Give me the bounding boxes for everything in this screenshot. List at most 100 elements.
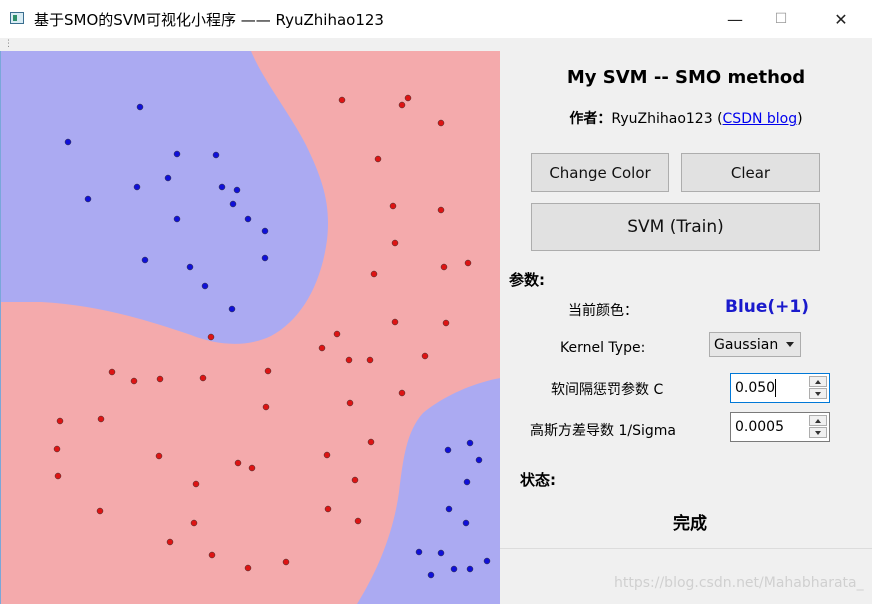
red-sample-point	[244, 564, 252, 572]
blue-sample-point	[244, 215, 252, 223]
red-sample-point	[367, 438, 375, 446]
current-color-label: 当前颜色：	[568, 303, 638, 319]
blue-sample-point	[173, 150, 181, 158]
red-sample-point	[421, 352, 429, 360]
red-sample-point	[234, 459, 242, 467]
red-sample-point	[404, 94, 412, 102]
red-sample-point	[282, 558, 290, 566]
blue-sample-point	[141, 256, 149, 264]
author-row: 作者：RyuZhihao123 (CSDN blog)	[500, 108, 872, 128]
red-sample-point	[323, 451, 331, 459]
toolbar-grip-icon[interactable]: ⋮	[4, 39, 13, 49]
red-sample-point	[156, 375, 164, 383]
red-sample-point	[391, 239, 399, 247]
red-sample-point	[248, 464, 256, 472]
blue-sample-point	[450, 565, 458, 573]
author-label: 作者：	[569, 111, 612, 127]
status-value: 完成	[673, 514, 707, 534]
red-sample-point	[130, 377, 138, 385]
blue-sample-point	[437, 549, 445, 557]
red-sample-point	[53, 445, 61, 453]
red-sample-point	[54, 472, 62, 480]
csdn-blog-link[interactable]: CSDN blog	[723, 111, 798, 127]
text-caret	[775, 379, 776, 397]
red-sample-point	[96, 507, 104, 515]
blue-sample-point	[466, 565, 474, 573]
red-sample-point	[262, 403, 270, 411]
c-param-value: 0.050	[735, 380, 776, 396]
red-sample-point	[207, 333, 215, 341]
blue-sample-point	[261, 254, 269, 262]
sigma-param-down-icon[interactable]	[809, 427, 827, 438]
kernel-type-select[interactable]: Gaussian	[709, 332, 801, 357]
blue-sample-point	[466, 439, 474, 447]
red-sample-point	[166, 538, 174, 546]
red-sample-point	[190, 519, 198, 527]
app-icon	[10, 12, 24, 24]
author-name: RyuZhihao123 (	[611, 111, 723, 127]
red-sample-point	[192, 480, 200, 488]
red-sample-point	[354, 517, 362, 525]
window-title-bar: 基于SMO的SVM可视化小程序 —— RyuZhihao123 — ☐ ✕	[0, 0, 872, 38]
red-sample-point	[333, 330, 341, 338]
blue-sample-point	[64, 138, 72, 146]
sigma-param-up-icon[interactable]	[809, 415, 827, 426]
kernel-type-label: Kernel Type:	[560, 340, 646, 356]
red-sample-point	[345, 356, 353, 364]
red-sample-point	[398, 389, 406, 397]
sigma-param-stepper	[809, 415, 827, 439]
close-button[interactable]: ✕	[818, 0, 864, 38]
blue-sample-point	[173, 215, 181, 223]
c-param-stepper	[809, 376, 827, 400]
c-param-spinbox[interactable]: 0.050	[730, 373, 830, 403]
blue-sample-point	[261, 227, 269, 235]
red-sample-point	[351, 476, 359, 484]
c-param-down-icon[interactable]	[809, 388, 827, 399]
red-sample-point	[264, 367, 272, 375]
svm-train-button[interactable]: SVM (Train)	[531, 203, 820, 251]
kernel-type-value: Gaussian	[714, 336, 779, 353]
c-param-up-icon[interactable]	[809, 376, 827, 387]
red-sample-point	[370, 270, 378, 278]
clear-button[interactable]: Clear	[681, 153, 820, 192]
blue-sample-point	[136, 103, 144, 111]
chevron-down-icon	[786, 342, 794, 347]
blue-sample-point	[463, 478, 471, 486]
blue-sample-point	[427, 571, 435, 579]
window-title: 基于SMO的SVM可视化小程序 —— RyuZhihao123	[34, 11, 384, 29]
red-sample-point	[391, 318, 399, 326]
blue-sample-point	[483, 557, 491, 565]
status-heading: 状态:	[520, 471, 556, 489]
blue-sample-point	[228, 305, 236, 313]
red-sample-point	[56, 417, 64, 425]
red-sample-point	[437, 206, 445, 214]
sigma-param-value: 0.0005	[735, 419, 784, 435]
red-sample-point	[318, 344, 326, 352]
blue-sample-point	[84, 195, 92, 203]
red-sample-point	[108, 368, 116, 376]
params-heading: 参数:	[509, 271, 545, 289]
maximize-button[interactable]: ☐	[758, 0, 804, 38]
svm-canvas[interactable]	[0, 51, 500, 604]
red-sample-point	[155, 452, 163, 460]
author-close-paren: )	[797, 111, 803, 127]
minimize-button[interactable]: —	[712, 0, 758, 38]
blue-sample-point	[444, 446, 452, 454]
red-sample-point	[440, 263, 448, 271]
red-sample-point	[374, 155, 382, 163]
red-sample-point	[97, 415, 105, 423]
red-sample-point	[199, 374, 207, 382]
watermark-text: https://blog.csdn.net/Mahabharata_	[614, 575, 864, 591]
panel-title: My SVM -- SMO method	[566, 67, 806, 88]
blue-sample-point	[133, 183, 141, 191]
toolbar-strip: ⋮	[0, 38, 872, 52]
change-color-button[interactable]: Change Color	[531, 153, 669, 192]
red-sample-point	[208, 551, 216, 559]
sigma-param-spinbox[interactable]: 0.0005	[730, 412, 830, 442]
svm-decision-map[interactable]	[1, 51, 500, 604]
red-sample-point	[324, 505, 332, 513]
red-sample-point	[389, 202, 397, 210]
red-sample-point	[442, 319, 450, 327]
blue-sample-point	[445, 505, 453, 513]
c-param-label: 软间隔惩罚参数 C	[551, 382, 664, 398]
